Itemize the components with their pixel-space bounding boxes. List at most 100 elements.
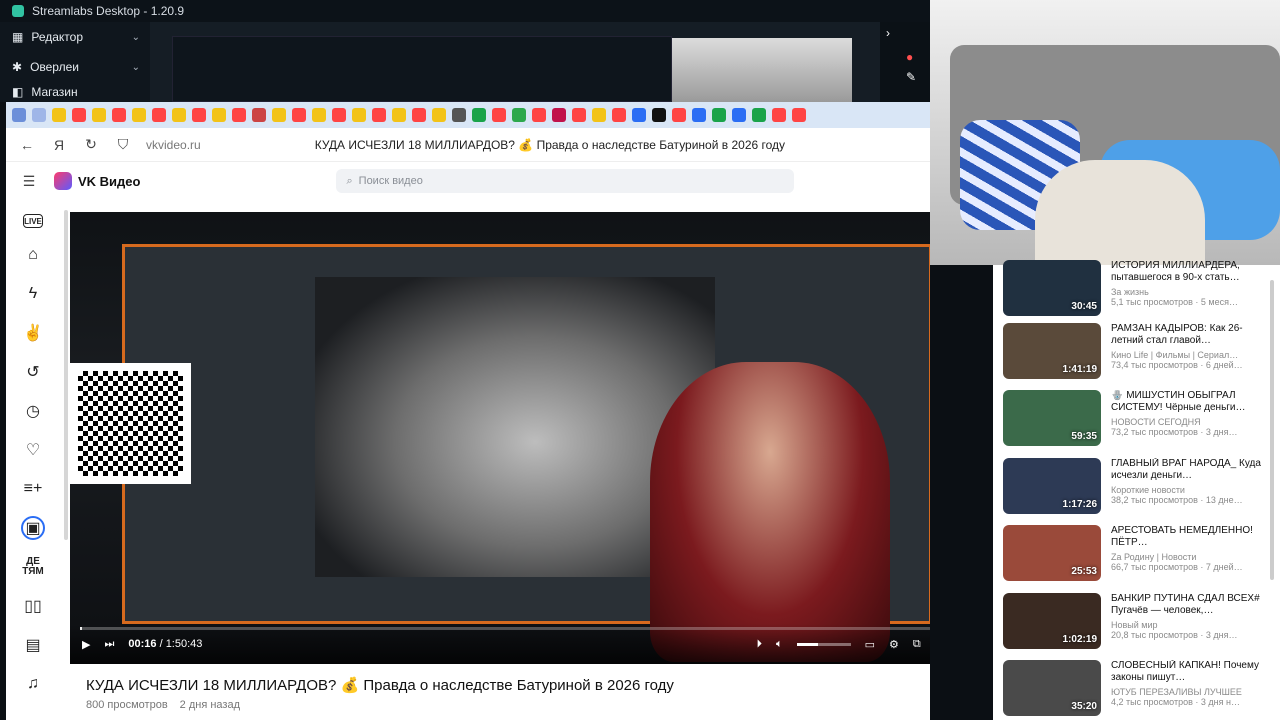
- related-thumbnail[interactable]: 30:45: [1003, 260, 1101, 316]
- tab-icon[interactable]: [372, 108, 386, 122]
- tab-icon[interactable]: [192, 108, 206, 122]
- sidebar-item-editor[interactable]: ▦ Редактор ⌄: [0, 22, 150, 52]
- related-thumbnail[interactable]: 1:41:19: [1003, 323, 1101, 379]
- related-title[interactable]: РАМЗАН КАДЫРОВ: Как 26-летний стал главо…: [1111, 323, 1261, 347]
- kids-icon[interactable]: ДЕ ТЯМ: [21, 555, 45, 579]
- volume-icon[interactable]: 🔈︎: [776, 638, 783, 651]
- tab-icon[interactable]: [592, 108, 606, 122]
- tab-icon[interactable]: [112, 108, 126, 122]
- tab-icon[interactable]: [692, 108, 706, 122]
- tab-icon[interactable]: [612, 108, 626, 122]
- vk-video-logo[interactable]: VK Видео: [54, 172, 140, 190]
- tab-icon[interactable]: [552, 108, 566, 122]
- tab-icon[interactable]: [392, 108, 406, 122]
- sidebar-item-store[interactable]: ◧ Магазин: [0, 82, 150, 102]
- related-title[interactable]: 🪬 МИШУСТИН ОБЫГРАЛ СИСТЕМУ! Чёрные деньг…: [1111, 390, 1261, 414]
- tab-icon[interactable]: [272, 108, 286, 122]
- tab-icon[interactable]: [452, 108, 466, 122]
- music-icon[interactable]: ♫: [21, 672, 45, 696]
- tab-icon[interactable]: [772, 108, 786, 122]
- next-icon[interactable]: ⏭: [104, 638, 114, 651]
- related-item[interactable]: 35:20 СЛОВЕСНЫЙ КАПКАН! Почему законы пиш…: [1003, 660, 1265, 718]
- related-item[interactable]: 1:17:26 ГЛАВНЫЙ ВРАГ НАРОДА_ Куда исчезли…: [1003, 458, 1265, 516]
- chevron-right-icon[interactable]: ›: [880, 22, 930, 44]
- tab-icon[interactable]: [652, 108, 666, 122]
- related-thumbnail[interactable]: 25:53: [1003, 525, 1101, 581]
- settings-icon[interactable]: ⚙: [889, 638, 899, 651]
- my-videos-icon[interactable]: ▣: [21, 516, 45, 540]
- tab-icon[interactable]: [732, 108, 746, 122]
- video-player[interactable]: ▶ ⏭ 00:16 / 1:50:43 ⏵ 🔈︎ ▭ ⚙ ⧉ ▭ ⤢: [70, 212, 930, 664]
- volume-slider[interactable]: [796, 642, 851, 646]
- tab-icon[interactable]: [532, 108, 546, 122]
- tab-icon[interactable]: [312, 108, 326, 122]
- tab-icon[interactable]: [472, 108, 486, 122]
- tab-icon[interactable]: [712, 108, 726, 122]
- pencil-icon[interactable]: ✎: [880, 70, 932, 84]
- menu-icon[interactable]: ☰: [20, 172, 38, 190]
- related-item[interactable]: 59:35 🪬 МИШУСТИН ОБЫГРАЛ СИСТЕМУ! Чёрные …: [1003, 390, 1265, 448]
- tab-icon[interactable]: [252, 108, 266, 122]
- tab-icon[interactable]: [212, 108, 226, 122]
- subtitles-icon[interactable]: ▭: [865, 638, 875, 651]
- history-icon[interactable]: ↺: [21, 360, 45, 384]
- lightning-icon[interactable]: ϟ: [21, 282, 45, 306]
- tab-icon[interactable]: [132, 108, 146, 122]
- sidebar-item-label: Магазин: [31, 85, 78, 99]
- tab-icon[interactable]: [572, 108, 586, 122]
- tab-icon[interactable]: [432, 108, 446, 122]
- related-title[interactable]: ГЛАВНЫЙ ВРАГ НАРОДА_ Куда исчезли деньги…: [1111, 458, 1261, 482]
- related-title[interactable]: БАНКИР ПУТИНА СДАЛ ВСЕХ# Пугачёв — челов…: [1111, 593, 1261, 617]
- tab-icon[interactable]: [172, 108, 186, 122]
- sidebar-item-overlays[interactable]: ✱ Оверлеи ⌄: [0, 52, 150, 82]
- tab-icon[interactable]: [632, 108, 646, 122]
- back-icon[interactable]: ←: [18, 136, 36, 154]
- related-thumbnail[interactable]: 35:20: [1003, 660, 1101, 716]
- record-icon[interactable]: ●: [880, 44, 932, 70]
- left-scrollbar[interactable]: [64, 210, 68, 540]
- related-thumbnail[interactable]: 59:35: [1003, 390, 1101, 446]
- play-icon[interactable]: ▶: [82, 638, 90, 651]
- tab-icon[interactable]: [232, 108, 246, 122]
- gesture-icon[interactable]: ✌: [21, 321, 45, 345]
- related-thumbnail[interactable]: 1:02:19: [1003, 593, 1101, 649]
- tab-icon[interactable]: [412, 108, 426, 122]
- related-item[interactable]: 1:41:19 РАМЗАН КАДЫРОВ: Как 26-летний ста…: [1003, 323, 1265, 381]
- clock-icon[interactable]: ◷: [21, 399, 45, 423]
- shows-icon[interactable]: ▤: [21, 633, 45, 657]
- reload-icon[interactable]: ↻: [82, 136, 100, 154]
- tab-icon[interactable]: [52, 108, 66, 122]
- tab-icon[interactable]: [352, 108, 366, 122]
- tab-icon[interactable]: [792, 108, 806, 122]
- tab-icon[interactable]: [512, 108, 526, 122]
- tab-icon[interactable]: [72, 108, 86, 122]
- related-item[interactable]: 1:02:19 БАНКИР ПУТИНА СДАЛ ВСЕХ# Пугачёв …: [1003, 593, 1265, 651]
- related-scrollbar[interactable]: [1270, 280, 1274, 580]
- search-input[interactable]: ⌕ Поиск видео: [336, 169, 795, 193]
- tab-icon[interactable]: [92, 108, 106, 122]
- playlist-add-icon[interactable]: ≡+: [21, 477, 45, 501]
- tab-icon[interactable]: [492, 108, 506, 122]
- autoplay-toggle[interactable]: ⏵: [757, 638, 763, 651]
- tab-icon[interactable]: [32, 108, 46, 122]
- tab-icon[interactable]: [292, 108, 306, 122]
- related-item[interactable]: 30:45 ИСТОРИЯ МИЛЛИАРДЕРА, пытавшегося в …: [1003, 260, 1265, 318]
- tab-icon[interactable]: [12, 108, 26, 122]
- url-field[interactable]: vkvideo.ru: [146, 138, 201, 152]
- tab-icon[interactable]: [152, 108, 166, 122]
- yandex-icon[interactable]: Я: [50, 136, 68, 154]
- related-title[interactable]: СЛОВЕСНЫЙ КАПКАН! Почему законы пишут…: [1111, 660, 1261, 684]
- live-icon[interactable]: LIVE: [23, 214, 43, 228]
- related-title[interactable]: ИСТОРИЯ МИЛЛИАРДЕРА, пытавшегося в 90-х …: [1111, 260, 1261, 284]
- pip-icon[interactable]: ⧉: [913, 638, 921, 651]
- related-title[interactable]: АРЕСТОВАТЬ НЕМЕДЛЕННО! ПЁТР…: [1111, 525, 1261, 549]
- related-channel: Za Родину | Новости: [1111, 552, 1197, 562]
- tab-icon[interactable]: [752, 108, 766, 122]
- tab-icon[interactable]: [672, 108, 686, 122]
- related-thumbnail[interactable]: 1:17:26: [1003, 458, 1101, 514]
- heart-icon[interactable]: ♡: [21, 438, 45, 462]
- home-icon[interactable]: ⌂: [21, 243, 45, 267]
- tab-icon[interactable]: [332, 108, 346, 122]
- related-item[interactable]: 25:53 АРЕСТОВАТЬ НЕМЕДЛЕННО! ПЁТР… Za Роди…: [1003, 525, 1265, 583]
- book-icon[interactable]: ▯▯: [21, 594, 45, 618]
